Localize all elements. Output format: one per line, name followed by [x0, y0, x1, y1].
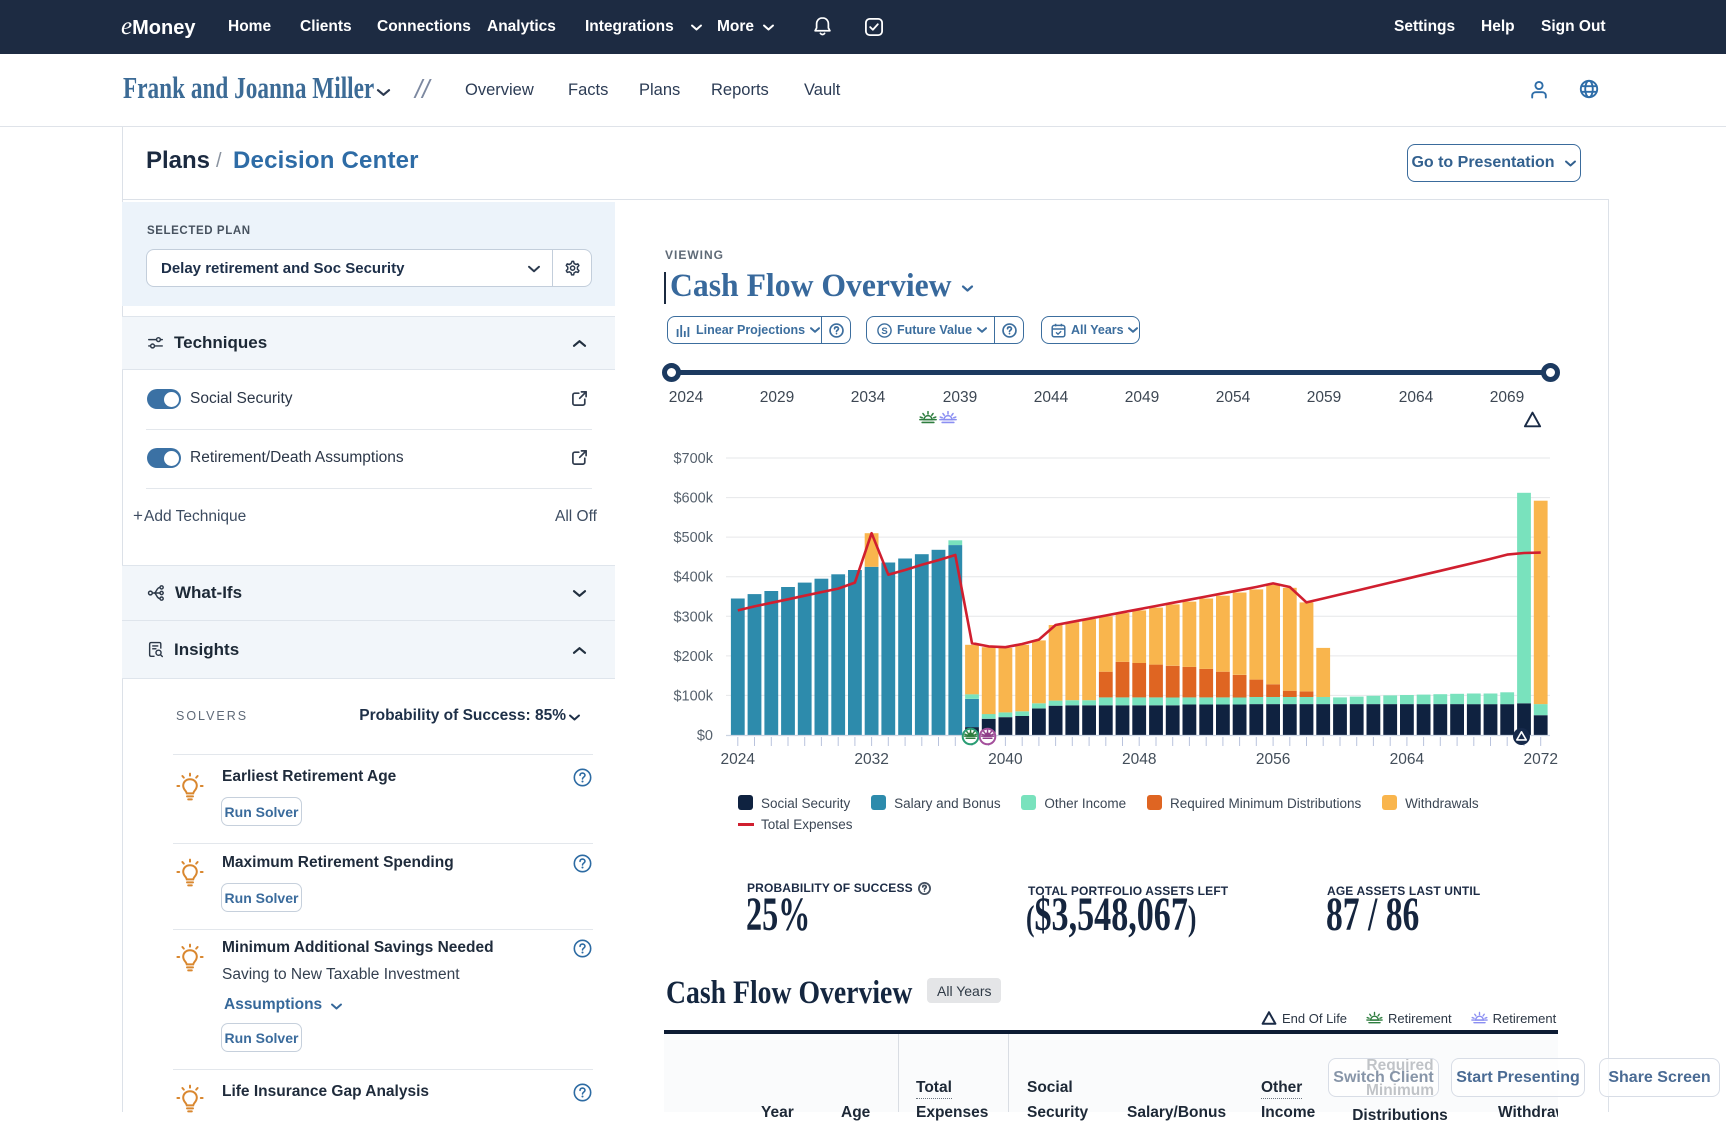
- svg-text:$200k: $200k: [673, 649, 713, 665]
- svg-text:$700k: $700k: [673, 451, 713, 467]
- svg-text:$100k: $100k: [673, 688, 713, 704]
- svg-text:2024: 2024: [721, 751, 756, 768]
- svg-text:$400k: $400k: [673, 570, 713, 586]
- svg-text:$600k: $600k: [673, 491, 713, 507]
- svg-text:$300k: $300k: [673, 609, 713, 625]
- svg-text:$500k: $500k: [673, 530, 713, 546]
- svg-text:$0: $0: [697, 728, 713, 744]
- svg-text:2040: 2040: [988, 751, 1023, 768]
- svg-text:S: S: [881, 325, 887, 336]
- svg-text:2032: 2032: [854, 751, 888, 768]
- svg-text:2064: 2064: [1390, 751, 1425, 768]
- svg-text:2048: 2048: [1122, 751, 1156, 768]
- svg-text:2056: 2056: [1256, 751, 1290, 768]
- svg-text:2072: 2072: [1523, 751, 1557, 768]
